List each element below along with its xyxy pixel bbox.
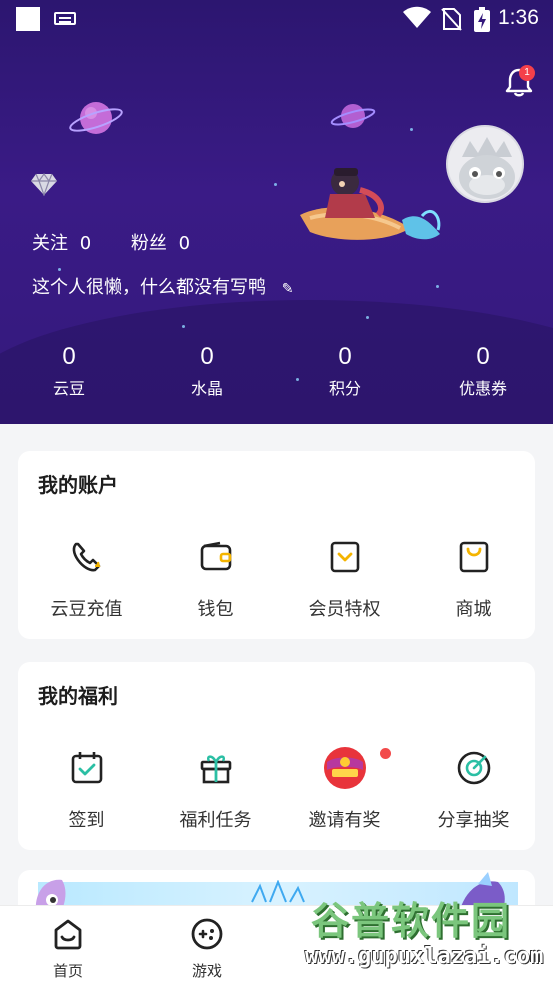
lottery-icon — [457, 751, 490, 785]
star-decoration — [366, 316, 369, 319]
notification-badge: 1 — [519, 65, 535, 81]
rocket-character-illustration — [300, 168, 441, 240]
stat-points[interactable]: 0 积分 — [285, 343, 405, 399]
planet-icon — [330, 104, 376, 128]
wallet-icon — [200, 541, 231, 571]
stat-value: 0 — [338, 343, 352, 370]
no-sim-icon — [441, 8, 462, 31]
bio-row[interactable]: 这个人很懒，什么都没有写鸭 ✎ — [32, 273, 293, 299]
grid-item-welfare-tasks[interactable]: 福利任务 — [151, 746, 280, 832]
battery-charging-icon — [474, 7, 490, 32]
nav-item-games[interactable]: 游戏 — [167, 916, 247, 981]
stat-crystal[interactable]: 0 水晶 — [147, 343, 267, 399]
fans-count[interactable]: 0 — [179, 233, 190, 254]
card-title: 我的账户 — [38, 473, 118, 497]
stat-label: 云豆 — [52, 379, 85, 398]
grid-item-label: 邀请有奖 — [308, 810, 381, 831]
my-welfare-card: 我的福利 签到 福利任务 邀请有奖 分享抽奖 — [18, 662, 535, 850]
grid-item-label: 分享抽奖 — [437, 810, 510, 831]
planet-icon — [69, 102, 123, 134]
banner-crystal-decoration — [251, 880, 305, 903]
vip-icon — [330, 541, 359, 573]
card-title: 我的福利 — [38, 684, 118, 708]
stat-label: 优惠券 — [458, 379, 507, 398]
notification-square-icon — [16, 7, 40, 31]
site-watermark: 谷普软件园 www.gupuxlazai.com — [303, 890, 553, 983]
watermark-url: www.gupuxlazai.com — [305, 944, 544, 969]
stat-yundou[interactable]: 0 云豆 — [9, 343, 129, 399]
star-decoration — [410, 128, 413, 131]
gamepad-icon — [191, 918, 223, 950]
star-decoration — [274, 183, 277, 186]
grid-item-label: 云豆充值 — [50, 599, 123, 620]
nav-label: 首页 — [52, 962, 83, 980]
watermark-title: 谷普软件园 — [311, 899, 512, 943]
calendar-check-icon — [71, 752, 102, 784]
grid-item-shop[interactable]: 商城 — [409, 535, 538, 621]
avatar[interactable] — [446, 125, 524, 203]
status-time: 1:36 — [498, 6, 539, 29]
avatar-dragon-icon — [459, 137, 515, 199]
follow-label[interactable]: 关注 — [32, 233, 68, 254]
nav-label: 游戏 — [191, 962, 222, 980]
wifi-icon — [403, 6, 431, 28]
grid-item-label: 福利任务 — [179, 810, 252, 831]
grid-item-label: 商城 — [455, 599, 492, 620]
fans-label[interactable]: 粉丝 — [131, 233, 167, 254]
stats-row: 0 云豆 0 水晶 0 积分 0 优惠券 — [0, 343, 553, 403]
stat-value: 0 — [200, 343, 214, 370]
grid-item-label: 钱包 — [197, 599, 234, 620]
follow-count[interactable]: 0 — [80, 233, 91, 254]
grid-item-vip[interactable]: 会员特权 — [280, 535, 409, 621]
stat-value: 0 — [476, 343, 490, 370]
grid-item-label: 会员特权 — [308, 599, 381, 620]
diamond-level-icon — [31, 172, 57, 196]
grid-item-checkin[interactable]: 签到 — [22, 746, 151, 832]
star-decoration — [182, 325, 185, 328]
grid-item-wallet[interactable]: 钱包 — [151, 535, 280, 621]
status-bar: 1:36 — [0, 0, 553, 38]
nav-item-home[interactable]: 首页 — [28, 916, 108, 981]
star-decoration — [58, 268, 61, 271]
keyboard-icon — [54, 12, 76, 25]
home-icon — [54, 919, 82, 950]
gift-icon — [200, 755, 231, 784]
follow-fans-row: 关注 0 粉丝 0 — [32, 229, 196, 255]
star-decoration — [436, 285, 439, 288]
invite-red-dot — [380, 748, 391, 759]
grid-item-invite[interactable]: 邀请有奖 — [280, 746, 409, 832]
stat-value: 0 — [62, 343, 76, 370]
profile-header: 1:36 1 关注 0 粉丝 0 这个人很懒，什么都没有写鸭 ✎ 0 云豆 0 … — [0, 0, 553, 424]
stat-label: 水晶 — [190, 379, 223, 398]
phone-charge-icon — [72, 542, 100, 572]
edit-pencil-icon[interactable]: ✎ — [282, 281, 294, 297]
my-account-card: 我的账户 云豆充值 钱包 会员特权 商城 — [18, 451, 535, 639]
stat-label: 积分 — [328, 379, 361, 398]
grid-item-share-lottery[interactable]: 分享抽奖 — [409, 746, 538, 832]
grid-item-recharge[interactable]: 云豆充值 — [22, 535, 151, 621]
shop-bag-icon — [459, 541, 488, 573]
grid-item-label: 签到 — [68, 810, 105, 831]
bio-text: 这个人很懒，什么都没有写鸭 — [32, 277, 266, 298]
red-envelope-icon — [323, 747, 366, 789]
stat-coupons[interactable]: 0 优惠券 — [423, 343, 543, 399]
